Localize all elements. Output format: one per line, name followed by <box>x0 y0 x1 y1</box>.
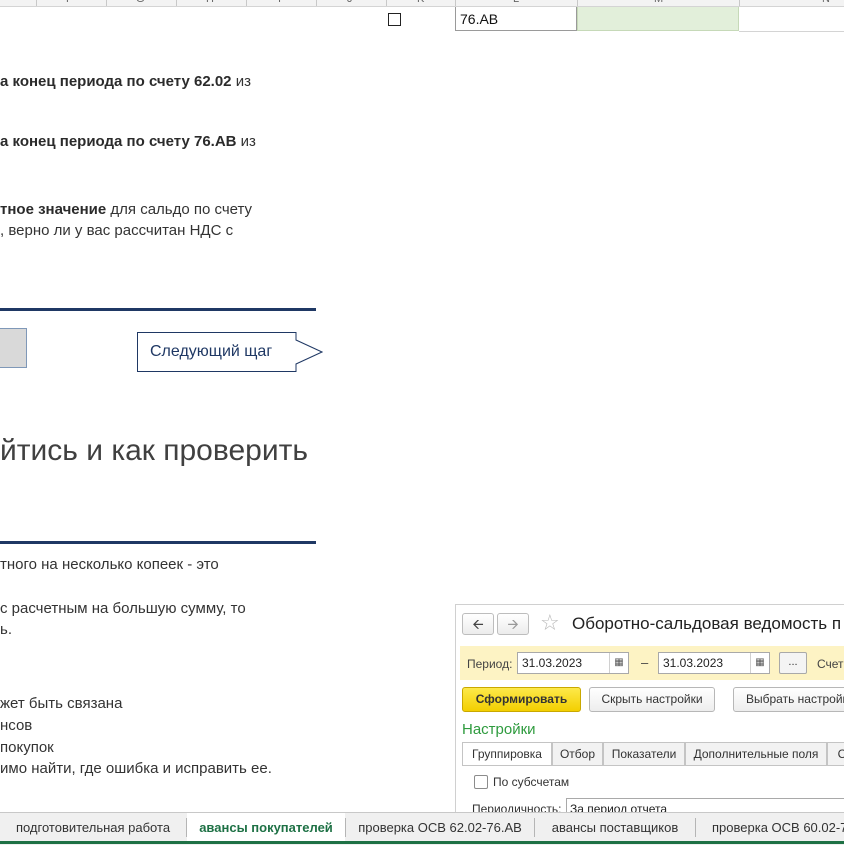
column-separator <box>739 0 740 6</box>
star-icon[interactable]: ☆ <box>540 610 560 636</box>
calendar-icon[interactable]: ▦ <box>750 653 769 673</box>
column-letter-j[interactable]: J <box>347 0 353 5</box>
next-step-label: Следующий щаг <box>150 343 273 360</box>
section-heading: йтись и как проверить <box>0 434 308 467</box>
cell-account-76ab[interactable]: 76.AB <box>455 7 577 31</box>
tab-underline <box>462 765 844 766</box>
back-button[interactable]: 🡨 <box>462 613 494 635</box>
text-rest: из <box>231 73 251 90</box>
date-to-field[interactable]: 31.03.2023 ▦ <box>658 652 770 674</box>
text-bold: а конец периода по счету 76.АВ <box>0 133 237 150</box>
column-letter-k[interactable]: K <box>417 0 424 5</box>
forward-button[interactable]: 🡪 <box>497 613 529 635</box>
accounts-label: Счет <box>817 657 844 671</box>
period-label: Период: <box>467 657 513 671</box>
column-letter-i[interactable]: I <box>278 0 281 5</box>
sheet-tab-check-osv-62[interactable]: проверка ОСВ 62.02-76.АВ <box>346 813 534 842</box>
column-letter-n[interactable]: N <box>822 0 830 5</box>
periodicity-select[interactable]: За период отчета <box>566 798 844 813</box>
cell-green-input[interactable] <box>577 7 739 31</box>
arrow-right-icon: 🡪 <box>507 616 519 632</box>
text-para: тного на несколько копеек - это <box>0 556 219 573</box>
text-rest: для сальдо по счету <box>106 201 253 218</box>
sheet-tab-buyer-advances[interactable]: авансы покупателей <box>187 813 345 844</box>
text-bold: тное значение <box>0 201 107 218</box>
calendar-icon[interactable]: ▦ <box>609 653 628 673</box>
osv-report-window: 🡨 🡪 ☆ Оборотно-сальдовая ведомость п Пер… <box>455 604 844 813</box>
choose-settings-button[interactable]: Выбрать настройк <box>733 687 844 712</box>
next-step-button[interactable]: Следующий щаг <box>137 332 323 372</box>
column-separator <box>176 0 177 6</box>
text-para: ь. <box>0 621 12 638</box>
column-letter-h[interactable]: H <box>206 0 214 5</box>
arrow-left-icon: 🡨 <box>472 616 484 632</box>
section-divider <box>0 541 316 544</box>
column-separator <box>106 0 107 6</box>
tab-filter[interactable]: Отбор <box>552 742 603 766</box>
column-separator <box>246 0 247 6</box>
column-separator <box>577 0 578 6</box>
sheet-tab-check-osv-60[interactable]: проверка ОСВ 60.02-76 <box>696 813 844 842</box>
cell-empty[interactable] <box>739 7 844 32</box>
text-rest: из <box>236 133 256 150</box>
period-select-button[interactable]: ... <box>779 652 807 674</box>
date-range-dash: – <box>641 655 649 670</box>
text-bold: а конец периода по счету 62.02 <box>0 73 232 90</box>
date-from-field[interactable]: 31.03.2023 ▦ <box>517 652 629 674</box>
generate-button[interactable]: Сформировать <box>462 687 581 712</box>
subaccounts-checkbox[interactable] <box>474 775 488 789</box>
text-line-vat-check: , верно ли у вас рассчитан НДС с <box>0 222 234 239</box>
text-para: имо найти, где ошибка и исправить ее. <box>0 760 272 777</box>
tab-more[interactable]: С <box>827 742 844 766</box>
tab-indicators[interactable]: Показатели <box>603 742 685 766</box>
sheet-tab-preparatory[interactable]: подготовительная работа <box>0 813 186 842</box>
column-separator <box>386 0 387 6</box>
column-separator <box>316 0 317 6</box>
previous-step-button[interactable] <box>0 328 27 368</box>
window-title: Оборотно-сальдовая ведомость п <box>572 614 842 633</box>
column-letter-f[interactable]: F <box>66 0 73 5</box>
text-line-calc-value: тное значение для сальдо по счету <box>0 201 252 218</box>
text-line-76-ab: а конец периода по счету 76.АВ из <box>0 133 256 150</box>
tab-grouping[interactable]: Группировка <box>462 742 552 766</box>
column-letter-m[interactable]: M <box>654 0 663 5</box>
sheet-tab-supplier-advances[interactable]: авансы поставщиков <box>535 813 695 842</box>
text-para: покупок <box>0 739 54 756</box>
text-para: нсов <box>0 717 33 734</box>
text-para: с расчетным на большую сумму, то <box>0 600 246 617</box>
period-bar: Период: 31.03.2023 ▦ – 31.03.2023 ▦ ... … <box>460 646 844 680</box>
text-para: жет быть связана <box>0 695 123 712</box>
column-letter-g[interactable]: G <box>136 0 145 5</box>
date-to-value: 31.03.2023 <box>663 656 724 670</box>
settings-title: Настройки <box>462 721 536 738</box>
column-letter-l[interactable]: L <box>513 0 519 5</box>
hide-settings-button[interactable]: Скрыть настройки <box>589 687 715 712</box>
date-from-value: 31.03.2023 <box>522 656 583 670</box>
text-line-62-02: а конец периода по счету 62.02 из <box>0 73 251 90</box>
column-separator <box>36 0 37 6</box>
section-divider <box>0 308 316 311</box>
column-separator <box>455 0 456 6</box>
cell-checkbox[interactable] <box>388 13 401 26</box>
subaccounts-label: По субсчетам <box>493 775 570 789</box>
column-header-strip: F G H I J K L M N <box>0 0 844 7</box>
tab-additional-fields[interactable]: Дополнительные поля <box>685 742 827 766</box>
